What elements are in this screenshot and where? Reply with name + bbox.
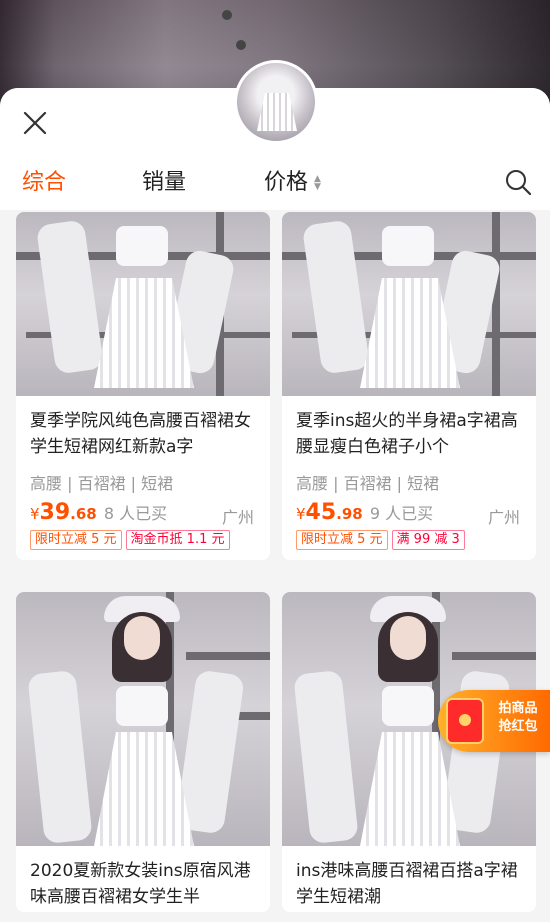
red-envelope-icon (446, 698, 484, 744)
location: 广州 (487, 508, 520, 527)
promo-badge: 限时立减 5 元 (296, 530, 388, 550)
product-card[interactable]: ins港味高腰百褶裙百搭a字裙学生短裙潮 (282, 592, 536, 912)
sort-updown-icon: ▲ ▼ (314, 174, 321, 192)
promo-badges: 限时立减 5 元满 99 减 3 (282, 526, 536, 560)
red-packet-button[interactable]: 拍商品 抢红包 (438, 690, 550, 752)
location: 广州 (221, 508, 254, 527)
search-icon (506, 170, 532, 196)
selected-product-thumbnail[interactable] (234, 60, 318, 144)
product-title: 夏季ins超火的半身裙a字裙高腰显瘦白色裙子小个 (296, 411, 518, 457)
tab-price-label: 价格 (264, 170, 309, 195)
promo-badge: 满 99 减 3 (391, 530, 465, 550)
sold-count: 8 人已买 (103, 504, 168, 523)
price-row: ¥39.68 8 人已买 广州 (16, 494, 270, 527)
product-image[interactable] (16, 212, 270, 396)
product-card[interactable]: 夏季ins超火的半身裙a字裙高腰显瘦白色裙子小个 高腰 | 百褶裙 | 短裙 ¥… (282, 212, 536, 560)
close-icon (23, 111, 47, 135)
product-title: 夏季学院风纯色高腰百褶裙女学生短裙网红新款a字 (30, 411, 251, 457)
product-title: ins港味高腰百褶裙百搭a字裙学生短裙潮 (296, 861, 518, 907)
price: ¥45.98 (296, 500, 363, 525)
sold-count: 9 人已买 (369, 504, 434, 523)
button-decoration (236, 40, 246, 50)
promo-badge: 淘金币抵 1.1 元 (125, 530, 230, 550)
price-row: ¥45.98 9 人已买 广州 (282, 494, 536, 527)
sort-tabs: 综合 销量 价格 ▲ ▼ (0, 166, 550, 200)
product-image[interactable] (282, 212, 536, 396)
product-tags: 高腰 | 百褶裙 | 短裙 (296, 474, 440, 493)
tab-comprehensive[interactable]: 综合 (22, 166, 66, 200)
close-button[interactable] (20, 108, 50, 138)
product-card[interactable]: 夏季学院风纯色高腰百褶裙女学生短裙网红新款a字 高腰 | 百褶裙 | 短裙 ¥3… (16, 212, 270, 560)
product-tags: 高腰 | 百褶裙 | 短裙 (30, 474, 174, 493)
tab-price[interactable]: 价格 ▲ ▼ (264, 166, 321, 200)
product-title: 2020夏新款女装ins原宿风港味高腰百褶裙女学生半 (30, 861, 251, 907)
red-packet-label: 拍商品 抢红包 (498, 701, 538, 734)
button-decoration (222, 10, 232, 20)
search-button[interactable] (504, 168, 532, 196)
product-image[interactable] (16, 592, 270, 846)
product-card[interactable]: 2020夏新款女装ins原宿风港味高腰百褶裙女学生半 (16, 592, 270, 912)
promo-badges: 限时立减 5 元淘金币抵 1.1 元 (16, 526, 270, 560)
price: ¥39.68 (30, 500, 97, 525)
tab-sales[interactable]: 销量 (142, 166, 186, 200)
promo-badge: 限时立减 5 元 (30, 530, 122, 550)
